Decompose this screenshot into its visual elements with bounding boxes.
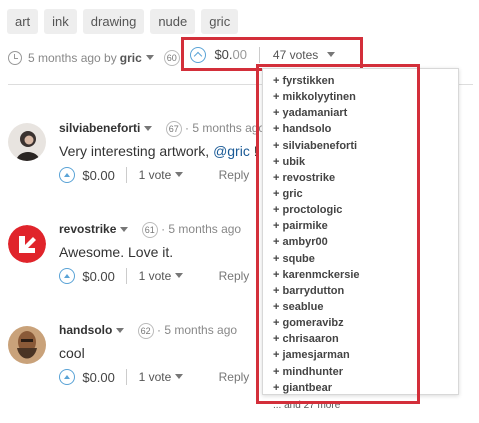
reputation-badge: 61 bbox=[141, 222, 158, 238]
chevron-down-icon[interactable] bbox=[144, 125, 153, 131]
voter-item[interactable]: + karenmckersie bbox=[273, 267, 458, 283]
voter-item[interactable]: + revostrike bbox=[273, 170, 458, 186]
comment-time[interactable]: · 5 months ago bbox=[161, 222, 241, 236]
divider bbox=[126, 369, 128, 385]
chevron-down-icon[interactable] bbox=[175, 172, 184, 177]
voter-item[interactable]: + giantbear bbox=[273, 380, 458, 396]
voter-item[interactable]: + gric bbox=[273, 186, 458, 202]
chevron-down-icon[interactable] bbox=[145, 55, 154, 60]
reply-button[interactable]: Reply bbox=[219, 370, 250, 384]
chevron-down-icon[interactable] bbox=[175, 374, 184, 379]
post-payout[interactable]: $0.00 bbox=[214, 47, 247, 62]
tag-art[interactable]: art bbox=[7, 9, 39, 34]
divider bbox=[126, 167, 128, 183]
voter-item[interactable]: + mikkolyytinen bbox=[273, 89, 458, 105]
post-time: 5 months ago by bbox=[28, 51, 117, 65]
reputation-badge: 62 bbox=[137, 323, 154, 339]
tag-ink[interactable]: ink bbox=[44, 9, 77, 34]
comment-time[interactable]: · 5 months ago bbox=[185, 121, 265, 135]
voters-dropdown: + fyrstikken + mikkolyytinen + yadamania… bbox=[262, 68, 459, 411]
reply-button[interactable]: Reply bbox=[219, 168, 250, 182]
comment-body: cool bbox=[59, 345, 85, 361]
chevron-down-icon[interactable] bbox=[326, 51, 335, 57]
voter-item[interactable]: + gomeravibz bbox=[273, 315, 458, 331]
reply-button[interactable]: Reply bbox=[219, 269, 250, 283]
voter-item[interactable]: + fyrstikken bbox=[273, 73, 458, 89]
comment-footer: $0.00 1 vote Reply bbox=[59, 167, 249, 183]
voter-item[interactable]: + seablue bbox=[273, 299, 458, 315]
upvote-icon[interactable] bbox=[190, 46, 206, 63]
avatar[interactable] bbox=[8, 225, 46, 263]
post-meta: 5 months ago by gric 60 bbox=[8, 50, 180, 66]
upvote-icon[interactable] bbox=[59, 167, 75, 183]
comment-votes[interactable]: 1 vote bbox=[139, 269, 172, 283]
comment-footer: $0.00 1 vote Reply bbox=[59, 268, 249, 284]
reputation-badge: 60 bbox=[163, 50, 180, 66]
voter-item[interactable]: + proctologic bbox=[273, 202, 458, 218]
comment-votes[interactable]: 1 vote bbox=[139, 370, 172, 384]
upvote-icon[interactable] bbox=[59, 369, 75, 385]
comment-payout[interactable]: $0.00 bbox=[82, 168, 115, 183]
avatar[interactable] bbox=[8, 123, 46, 161]
post-vote-highlight: $0.00 47 votes bbox=[181, 37, 363, 71]
comment-header: revostrike 61 · 5 months ago bbox=[59, 222, 241, 238]
tag-drawing[interactable]: drawing bbox=[82, 9, 145, 34]
comment-body: Very interesting artwork, @gric ! bbox=[59, 143, 258, 159]
avatar[interactable] bbox=[8, 326, 46, 364]
voter-item[interactable]: + handsolo bbox=[273, 121, 458, 137]
voter-item[interactable]: + sqube bbox=[273, 251, 458, 267]
comment-payout[interactable]: $0.00 bbox=[82, 269, 115, 284]
voter-item[interactable]: + mindhunter bbox=[273, 364, 458, 380]
comment-author[interactable]: revostrike bbox=[59, 222, 116, 236]
voters-more[interactable]: ... and 27 more bbox=[273, 398, 458, 414]
comment-footer: $0.00 1 vote Reply bbox=[59, 369, 249, 385]
post-votes[interactable]: 47 votes bbox=[273, 48, 318, 62]
upvote-icon[interactable] bbox=[59, 268, 75, 284]
comment-time[interactable]: · 5 months ago bbox=[157, 323, 237, 337]
tag-nude[interactable]: nude bbox=[150, 9, 196, 34]
clock-icon bbox=[8, 51, 22, 65]
voters-list: + fyrstikken + mikkolyytinen + yadamania… bbox=[263, 69, 458, 414]
chevron-down-icon[interactable] bbox=[116, 327, 125, 333]
chevron-down-icon[interactable] bbox=[175, 273, 184, 278]
tag-gric[interactable]: gric bbox=[201, 9, 239, 34]
voter-item[interactable]: + yadamaniart bbox=[273, 105, 458, 121]
voter-item[interactable]: + barrydutton bbox=[273, 283, 458, 299]
comment-votes[interactable]: 1 vote bbox=[139, 168, 172, 182]
post-author[interactable]: gric bbox=[120, 51, 142, 65]
comment-body: Awesome. Love it. bbox=[59, 244, 174, 260]
divider bbox=[126, 268, 128, 284]
comment-author[interactable]: handsolo bbox=[59, 323, 112, 337]
voter-item[interactable]: + ubik bbox=[273, 154, 458, 170]
comment-author[interactable]: silviabeneforti bbox=[59, 121, 140, 135]
chevron-down-icon[interactable] bbox=[120, 226, 129, 232]
voter-item[interactable]: + ambyr00 bbox=[273, 234, 458, 250]
voter-item[interactable]: + pairmike bbox=[273, 218, 458, 234]
comment-header: handsolo 62 · 5 months ago bbox=[59, 323, 237, 339]
mention-link[interactable]: @gric bbox=[213, 143, 250, 159]
voter-item[interactable]: + chrisaaron bbox=[273, 331, 458, 347]
divider bbox=[259, 46, 261, 63]
comment-header: silviabeneforti 67 · 5 months ago bbox=[59, 121, 265, 137]
reputation-badge: 67 bbox=[165, 121, 182, 137]
voter-item[interactable]: + jamesjarman bbox=[273, 347, 458, 363]
comment-payout[interactable]: $0.00 bbox=[82, 370, 115, 385]
tag-list: art ink drawing nude gric bbox=[7, 9, 239, 34]
voter-item[interactable]: + silviabeneforti bbox=[273, 138, 458, 154]
